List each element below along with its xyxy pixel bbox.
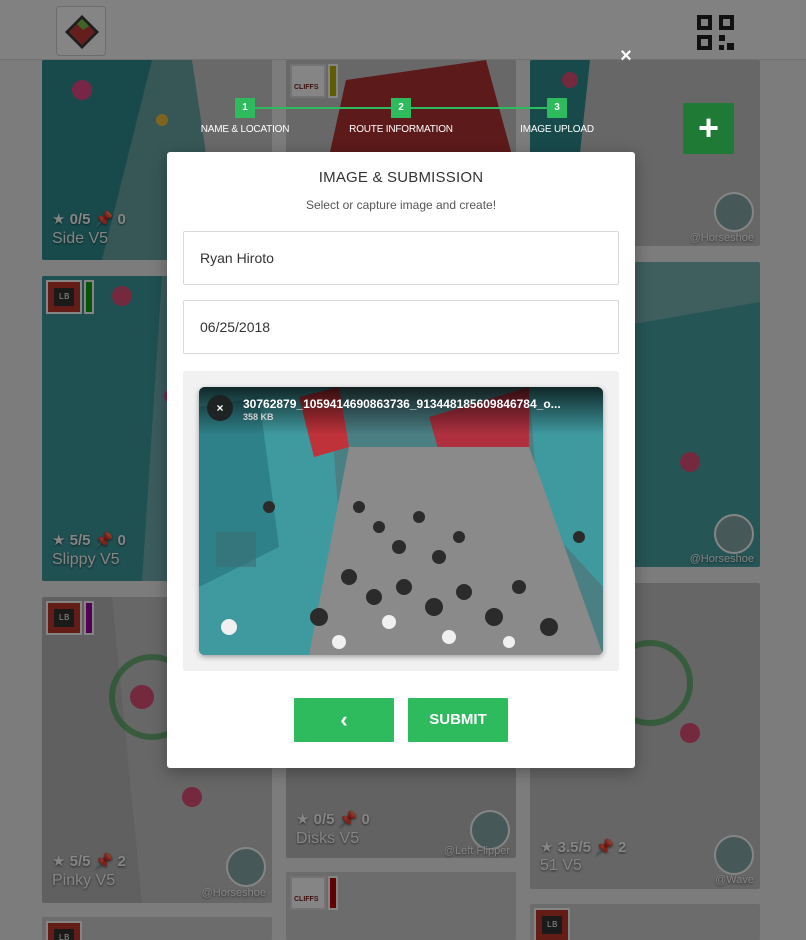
step-3-label: IMAGE UPLOAD — [520, 124, 594, 135]
back-button[interactable]: ‹ — [294, 698, 394, 742]
step-1-label: NAME & LOCATION — [200, 124, 290, 135]
add-route-button[interactable]: + — [683, 103, 734, 154]
step-3-dot[interactable]: 3 — [547, 98, 567, 118]
close-icon[interactable]: × — [618, 46, 634, 66]
image-dropzone[interactable]: × 30762879_1059414690863736_913448185609… — [183, 371, 619, 671]
modal-title: IMAGE & SUBMISSION — [318, 169, 484, 186]
remove-image-icon[interactable]: × — [207, 395, 233, 421]
file-size: 358 KB — [243, 412, 274, 422]
date-field[interactable]: 06/25/2018 — [183, 300, 619, 354]
preview-header-shade — [199, 387, 603, 435]
modal-subtitle: Select or capture image and create! — [305, 198, 497, 212]
step-2-dot[interactable]: 2 — [391, 98, 411, 118]
file-name: 30762879_1059414690863736_91344818560984… — [243, 397, 561, 411]
step-1-dot[interactable]: 1 — [235, 98, 255, 118]
setter-name-field[interactable]: Ryan Hiroto — [183, 231, 619, 285]
submit-button[interactable]: SUBMIT — [408, 698, 508, 742]
image-submission-modal: IMAGE & SUBMISSION Select or capture ima… — [167, 152, 635, 768]
step-2-label: ROUTE INFORMATION — [349, 124, 453, 135]
image-preview: × 30762879_1059414690863736_913448185609… — [199, 387, 603, 655]
